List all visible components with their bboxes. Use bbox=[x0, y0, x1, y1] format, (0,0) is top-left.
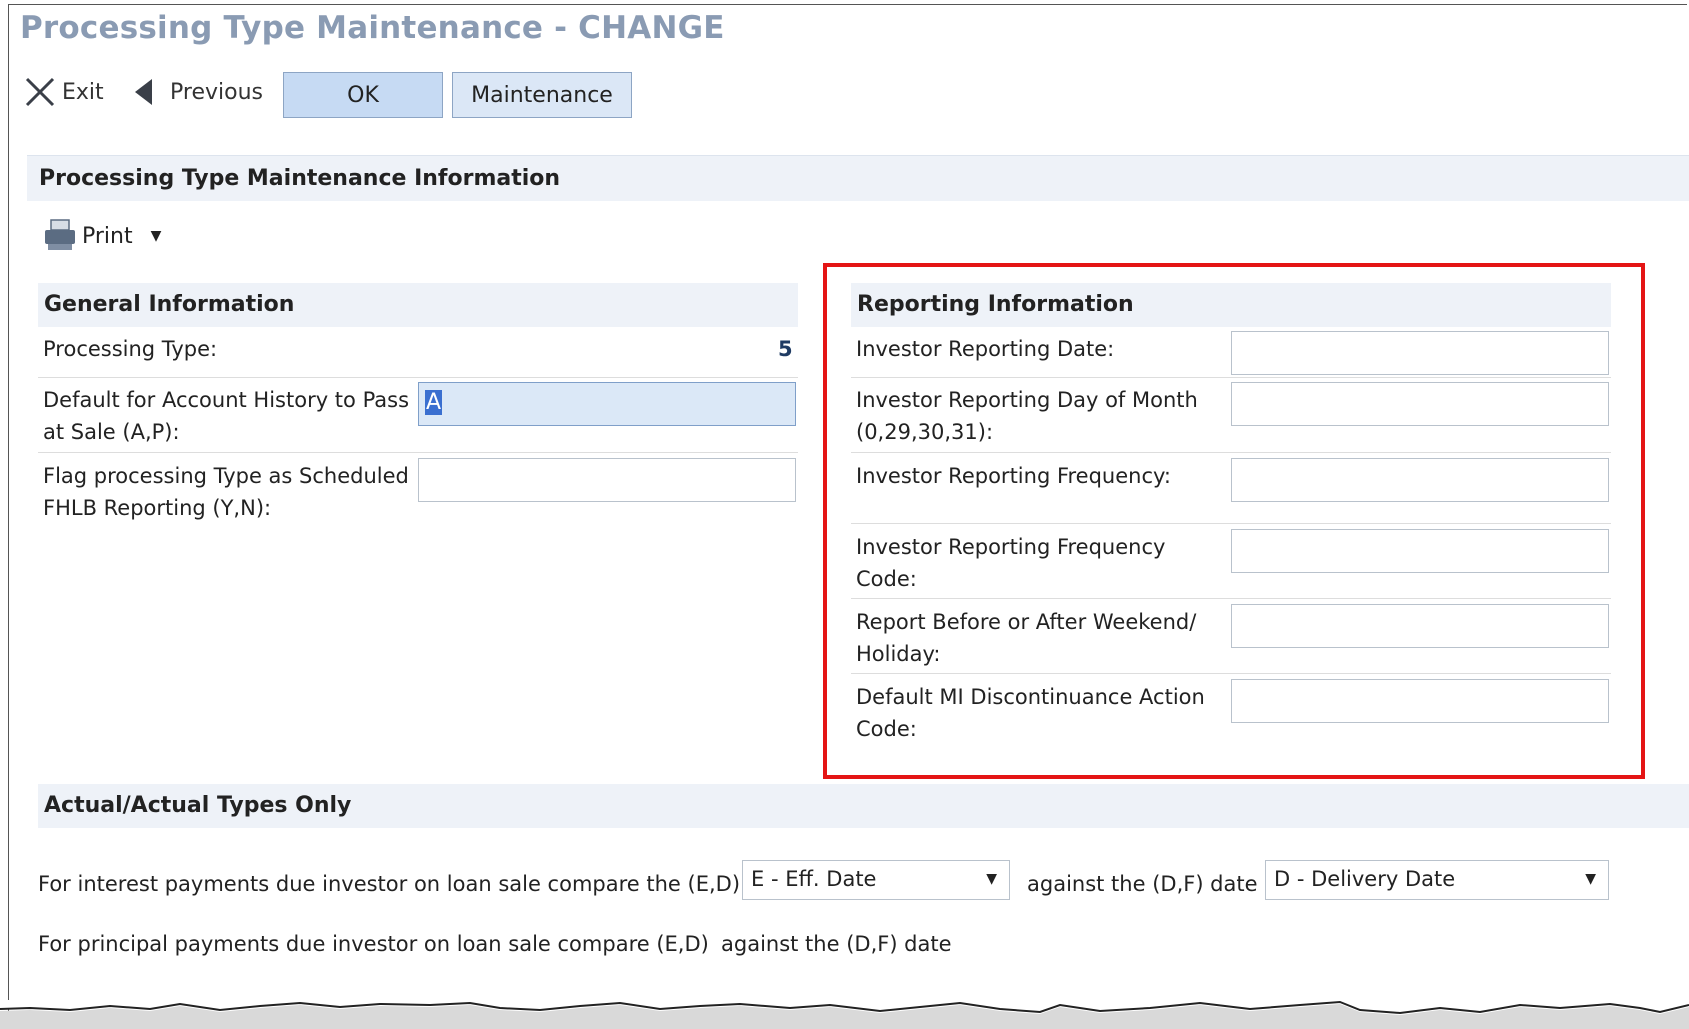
account-history-label-line2: at Sale (A,P): bbox=[43, 420, 180, 444]
interest-against-label: against the (D,F) date bbox=[1027, 872, 1258, 896]
print-button[interactable]: Print ▼ bbox=[42, 218, 161, 254]
divider bbox=[38, 452, 798, 453]
exit-button[interactable]: Exit bbox=[24, 74, 104, 110]
processing-type-value: 5 bbox=[778, 337, 793, 361]
previous-label: Previous bbox=[170, 79, 263, 105]
account-history-value: A bbox=[425, 390, 443, 415]
print-label: Print bbox=[82, 223, 133, 249]
general-section-title: General Information bbox=[38, 283, 798, 327]
printer-icon bbox=[45, 219, 75, 250]
principal-compare-label: For principal payments due investor on l… bbox=[38, 932, 709, 956]
fhlb-label-line2: FHLB Reporting (Y,N): bbox=[43, 496, 272, 520]
fhlb-reporting-field[interactable] bbox=[418, 458, 796, 502]
divider bbox=[38, 377, 798, 378]
account-history-label-line1: Default for Account History to Pass bbox=[43, 388, 410, 412]
torn-edge bbox=[0, 1000, 1689, 1029]
chevron-down-icon: ▼ bbox=[986, 871, 997, 887]
previous-button[interactable]: Previous bbox=[132, 74, 263, 110]
delivery-date-select[interactable]: D - Delivery Date ▼ bbox=[1265, 860, 1609, 900]
fhlb-label-line1: Flag processing Type as Scheduled bbox=[43, 464, 409, 488]
highlight-box bbox=[823, 263, 1645, 779]
chevron-down-icon[interactable]: ▼ bbox=[151, 228, 162, 244]
ok-button[interactable]: OK bbox=[283, 72, 443, 118]
panel-title: Processing Type Maintenance Information bbox=[27, 155, 1689, 201]
principal-against-label: against the (D,F) date bbox=[721, 932, 952, 956]
interest-compare-label: For interest payments due investor on lo… bbox=[38, 872, 741, 896]
processing-type-label: Processing Type: bbox=[43, 337, 218, 361]
chevron-down-icon: ▼ bbox=[1585, 871, 1596, 887]
exit-label: Exit bbox=[62, 79, 104, 105]
delivery-date-select-value: D - Delivery Date bbox=[1274, 867, 1456, 891]
interest-date-select-value: E - Eff. Date bbox=[751, 867, 877, 891]
interest-date-select[interactable]: E - Eff. Date ▼ bbox=[742, 860, 1010, 900]
maintenance-button[interactable]: Maintenance bbox=[452, 72, 632, 118]
page-title: Processing Type Maintenance - CHANGE bbox=[20, 10, 725, 46]
close-icon bbox=[25, 77, 55, 107]
actual-section-title: Actual/Actual Types Only bbox=[38, 784, 1689, 828]
triangle-left-icon bbox=[135, 79, 152, 105]
account-history-field[interactable]: A bbox=[418, 382, 796, 426]
